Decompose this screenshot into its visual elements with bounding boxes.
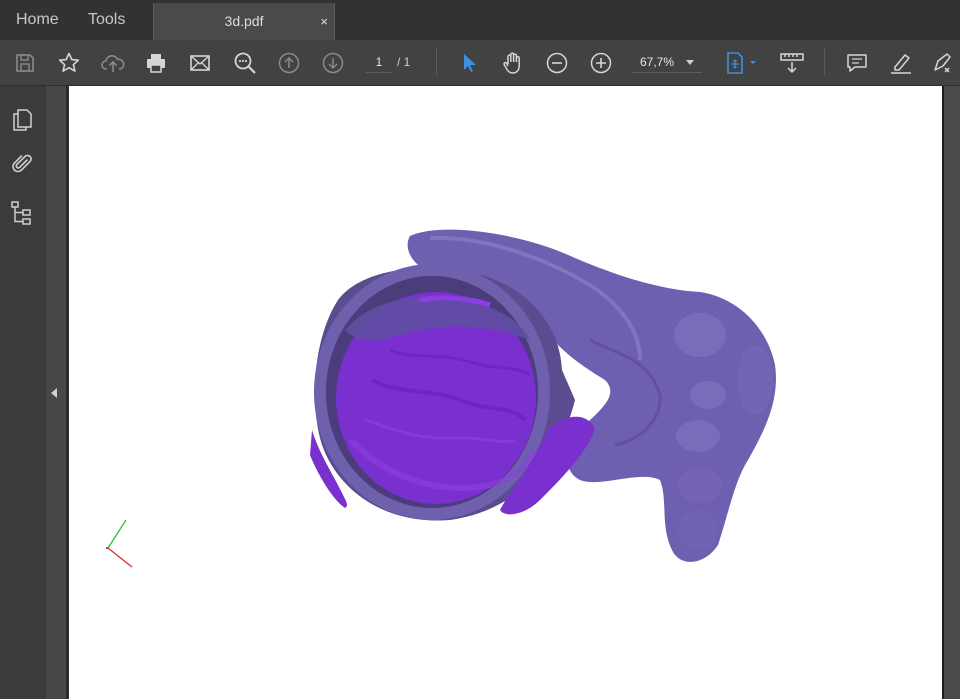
upload-cloud-icon[interactable]	[100, 50, 126, 76]
3d-model-view[interactable]	[69, 86, 942, 699]
select-cursor-icon[interactable]	[456, 50, 482, 76]
attachments-icon[interactable]	[10, 152, 34, 176]
zoom-search-icon[interactable]	[232, 50, 258, 76]
page-thumbnails-icon[interactable]	[10, 108, 34, 132]
document-tab-title: 3d.pdf	[224, 13, 264, 29]
previous-page-icon[interactable]	[276, 50, 302, 76]
model-tree-icon[interactable]	[10, 200, 34, 225]
zoom-value: 67,7%	[640, 55, 675, 69]
page-total-label: / 1	[397, 55, 411, 69]
bookmark-star-icon[interactable]	[56, 50, 82, 76]
collapse-arrow-icon[interactable]	[51, 388, 57, 398]
print-icon[interactable]	[143, 50, 169, 76]
tab-tools[interactable]: Tools	[88, 0, 125, 40]
close-tab-icon[interactable]: ×	[320, 3, 328, 40]
zoom-dropdown[interactable]: 67,7%	[632, 52, 702, 73]
scroll-mode-icon[interactable]	[779, 50, 805, 76]
chevron-down-icon	[686, 60, 694, 65]
save-icon[interactable]	[12, 50, 38, 76]
zoom-out-icon[interactable]	[544, 50, 570, 76]
right-scrollbar[interactable]	[942, 86, 960, 699]
pdf-page[interactable]	[69, 86, 942, 699]
hand-tool-icon[interactable]	[500, 50, 526, 76]
email-icon[interactable]	[187, 50, 213, 76]
comment-icon[interactable]	[844, 50, 870, 76]
toolbar-divider	[824, 48, 825, 76]
left-navigation-panel	[0, 86, 45, 699]
tab-home[interactable]: Home	[16, 0, 59, 40]
tab-bar: Home Tools 3d.pdf ×	[0, 0, 960, 40]
zoom-in-icon[interactable]	[588, 50, 614, 76]
sign-icon[interactable]	[930, 50, 956, 76]
toolbar-divider	[436, 48, 437, 76]
next-page-icon[interactable]	[320, 50, 346, 76]
highlight-pen-icon[interactable]	[888, 50, 914, 76]
document-tab[interactable]: 3d.pdf ×	[153, 3, 335, 40]
page-number-input[interactable]: 1	[366, 52, 392, 73]
fit-page-icon[interactable]	[724, 50, 760, 76]
axis-triad-icon	[106, 519, 133, 568]
